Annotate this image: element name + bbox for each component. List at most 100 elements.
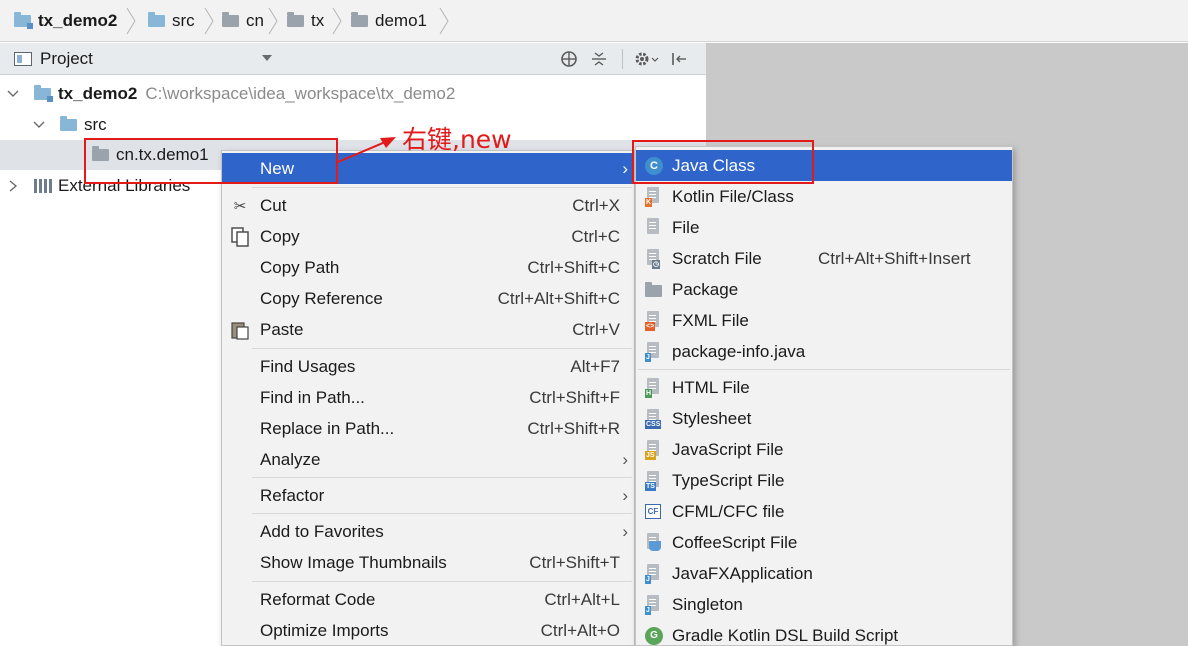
annotation-box-java-class: [632, 140, 814, 184]
fxml-file-icon: <>: [645, 310, 662, 331]
annotation-box-new: [84, 138, 338, 184]
dropdown-arrow-icon[interactable]: [262, 55, 272, 61]
chevron-right-icon: [204, 7, 214, 35]
hide-panel-icon[interactable]: [670, 43, 688, 75]
menu-item-label: Kotlin File/Class: [672, 186, 794, 206]
menu-item-label: JavaScript File: [672, 439, 784, 459]
menu-item-find-usages[interactable]: Find Usages Alt+F7: [222, 351, 634, 382]
typescript-file-icon: TS: [645, 470, 662, 491]
menu-item-optimize-imports[interactable]: Optimize Imports Ctrl+Alt+O: [222, 615, 634, 646]
menu-item-add-to-favorites[interactable]: Add to Favorites ›: [222, 516, 634, 547]
menu-item-paste[interactable]: Paste Ctrl+V: [222, 314, 634, 345]
package-icon: [645, 280, 662, 300]
java-file-icon: J: [645, 594, 662, 615]
submenu-item-gradle-kotlin-dsl[interactable]: G Gradle Kotlin DSL Build Script: [636, 620, 1012, 646]
menu-item-copy-reference[interactable]: Copy Reference Ctrl+Alt+Shift+C: [222, 283, 634, 314]
chevron-down-icon[interactable]: [32, 119, 46, 131]
menu-item-label: CFML/CFC file: [672, 501, 785, 521]
submenu-item-typescript-file[interactable]: TS TypeScript File: [636, 465, 1012, 496]
submenu-item-stylesheet[interactable]: CSS Stylesheet: [636, 403, 1012, 434]
submenu-item-javascript-file[interactable]: JS JavaScript File: [636, 434, 1012, 465]
menu-item-label: HTML File: [672, 377, 750, 397]
folder-icon: [222, 12, 239, 27]
chevron-right-icon[interactable]: [6, 179, 20, 193]
breadcrumb-cn[interactable]: cn: [222, 0, 264, 42]
submenu-item-package[interactable]: Package: [636, 274, 1012, 305]
menu-item-copy[interactable]: Copy Ctrl+C: [222, 221, 634, 252]
submenu-item-scratch-file[interactable]: ◷ Scratch File Ctrl+Alt+Shift+Insert: [636, 243, 1012, 274]
menu-separator: [638, 369, 1010, 370]
coffeescript-file-icon: [645, 532, 662, 553]
project-panel-header: Project: [0, 43, 706, 75]
menu-item-label: JavaFXApplication: [672, 563, 813, 583]
module-folder-icon: [34, 85, 53, 102]
breadcrumb-project[interactable]: tx_demo2: [14, 0, 117, 42]
submenu-item-html-file[interactable]: H HTML File: [636, 372, 1012, 403]
submenu-item-cfml-file[interactable]: CF CFML/CFC file: [636, 496, 1012, 527]
menu-item-label: File: [672, 217, 700, 237]
chevron-right-icon: [268, 7, 278, 35]
scratch-file-icon: ◷: [645, 248, 662, 269]
menu-item-label: Replace in Path...: [260, 418, 395, 438]
menu-item-shortcut: Ctrl+Alt+O: [540, 620, 620, 640]
chevron-down-icon[interactable]: [6, 88, 20, 100]
globe-icon[interactable]: [560, 43, 578, 75]
kotlin-file-icon: K: [645, 186, 662, 207]
submenu-arrow-icon: ›: [622, 521, 628, 541]
tree-item-label: tx_demo2: [58, 84, 138, 103]
context-menu: New › ✂ Cut Ctrl+X Copy Ctrl+C Copy Path…: [221, 150, 635, 646]
menu-item-find-in-path[interactable]: Find in Path... Ctrl+Shift+F: [222, 382, 634, 413]
breadcrumb-tx[interactable]: tx: [287, 0, 324, 42]
project-view-selector[interactable]: Project: [14, 43, 93, 75]
gradle-icon: G: [645, 626, 663, 645]
menu-separator: [252, 477, 632, 478]
submenu-item-singleton[interactable]: J Singleton: [636, 589, 1012, 620]
menu-item-show-image-thumbnails[interactable]: Show Image Thumbnails Ctrl+Shift+T: [222, 547, 634, 578]
gear-icon[interactable]: [634, 43, 660, 75]
menu-item-shortcut: Ctrl+Shift+R: [527, 418, 620, 438]
tree-item-project-root[interactable]: tx_demo2 C:\workspace\idea_workspace\tx_…: [6, 79, 455, 109]
cfml-file-icon: CF: [645, 502, 662, 522]
menu-item-copy-path[interactable]: Copy Path Ctrl+Shift+C: [222, 252, 634, 283]
breadcrumb-label: cn: [246, 11, 264, 30]
menu-item-shortcut: Ctrl+Alt+L: [544, 589, 620, 609]
copy-icon: [230, 226, 250, 247]
tree-item-src[interactable]: src: [32, 110, 107, 140]
menu-item-reformat-code[interactable]: Reformat Code Ctrl+Alt+L: [222, 584, 634, 615]
menu-item-shortcut: Ctrl+Shift+T: [529, 552, 620, 572]
menu-item-cut[interactable]: ✂ Cut Ctrl+X: [222, 190, 634, 221]
menu-item-refactor[interactable]: Refactor ›: [222, 480, 634, 511]
menu-item-label: Scratch File: [672, 248, 762, 268]
menu-item-label: package-info.java: [672, 341, 806, 361]
java-file-icon: J: [645, 563, 662, 584]
submenu-item-fxml-file[interactable]: <> FXML File: [636, 305, 1012, 336]
breadcrumb-src[interactable]: src: [148, 0, 195, 42]
menu-item-label: Add to Favorites: [260, 521, 384, 541]
breadcrumb-label: tx: [311, 11, 325, 30]
annotation-label: 右键,new: [402, 125, 512, 154]
menu-separator: [252, 187, 632, 188]
breadcrumb-label: tx_demo2: [38, 11, 118, 30]
submenu-arrow-icon: ›: [622, 449, 628, 469]
menu-item-label: Find Usages: [260, 356, 356, 376]
module-folder-icon: [14, 12, 33, 29]
menu-item-label: Copy Path: [260, 257, 340, 277]
menu-item-label: Reformat Code: [260, 589, 376, 609]
menu-item-analyze[interactable]: Analyze ›: [222, 444, 634, 475]
collapse-all-icon[interactable]: [590, 43, 608, 75]
submenu-item-file[interactable]: File: [636, 212, 1012, 243]
menu-item-label: Refactor: [260, 485, 325, 505]
navigation-bar: tx_demo2 src cn tx demo1: [0, 0, 1188, 42]
submenu-item-coffeescript-file[interactable]: CoffeeScript File: [636, 527, 1012, 558]
menu-item-shortcut: Ctrl+V: [572, 319, 620, 339]
folder-icon: [287, 12, 304, 27]
menu-item-replace-in-path[interactable]: Replace in Path... Ctrl+Shift+R: [222, 413, 634, 444]
menu-item-label: Find in Path...: [260, 387, 365, 407]
folder-icon: [351, 12, 368, 27]
menu-item-shortcut: Ctrl+X: [572, 195, 620, 215]
submenu-item-package-info[interactable]: J package-info.java: [636, 336, 1012, 367]
new-submenu: C Java Class K Kotlin File/Class File ◷ …: [635, 146, 1013, 646]
breadcrumb-demo1[interactable]: demo1: [351, 0, 427, 42]
submenu-item-javafx-application[interactable]: J JavaFXApplication: [636, 558, 1012, 589]
submenu-item-kotlin-file[interactable]: K Kotlin File/Class: [636, 181, 1012, 212]
